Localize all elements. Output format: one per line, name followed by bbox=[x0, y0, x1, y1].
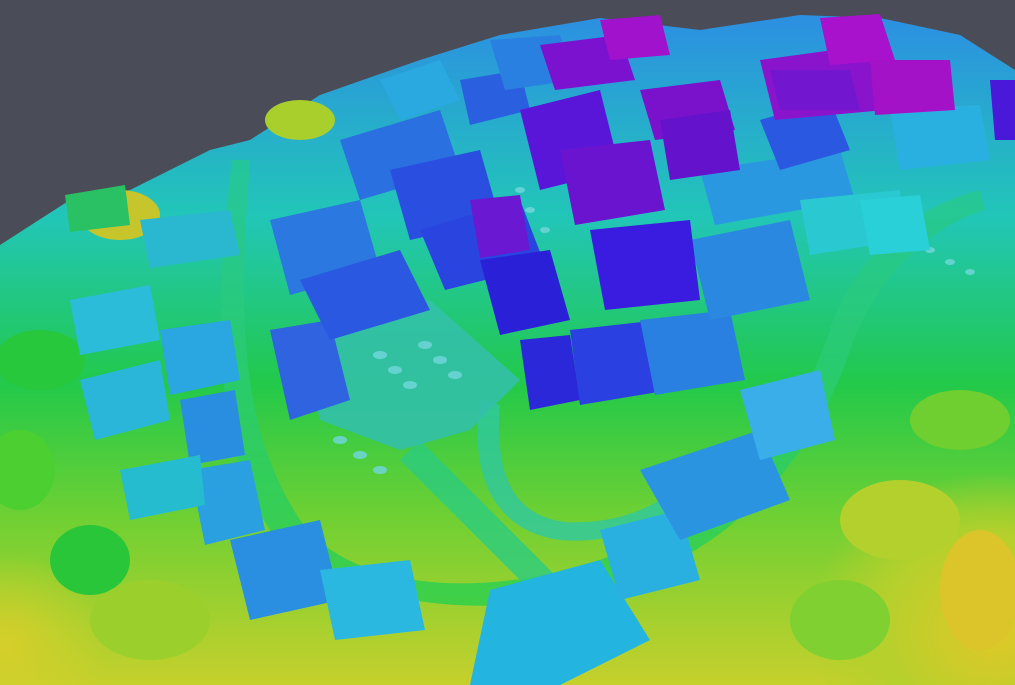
point-cloud-3d-view[interactable] bbox=[0, 0, 1015, 685]
point-cloud-viewport[interactable] bbox=[0, 0, 1015, 685]
